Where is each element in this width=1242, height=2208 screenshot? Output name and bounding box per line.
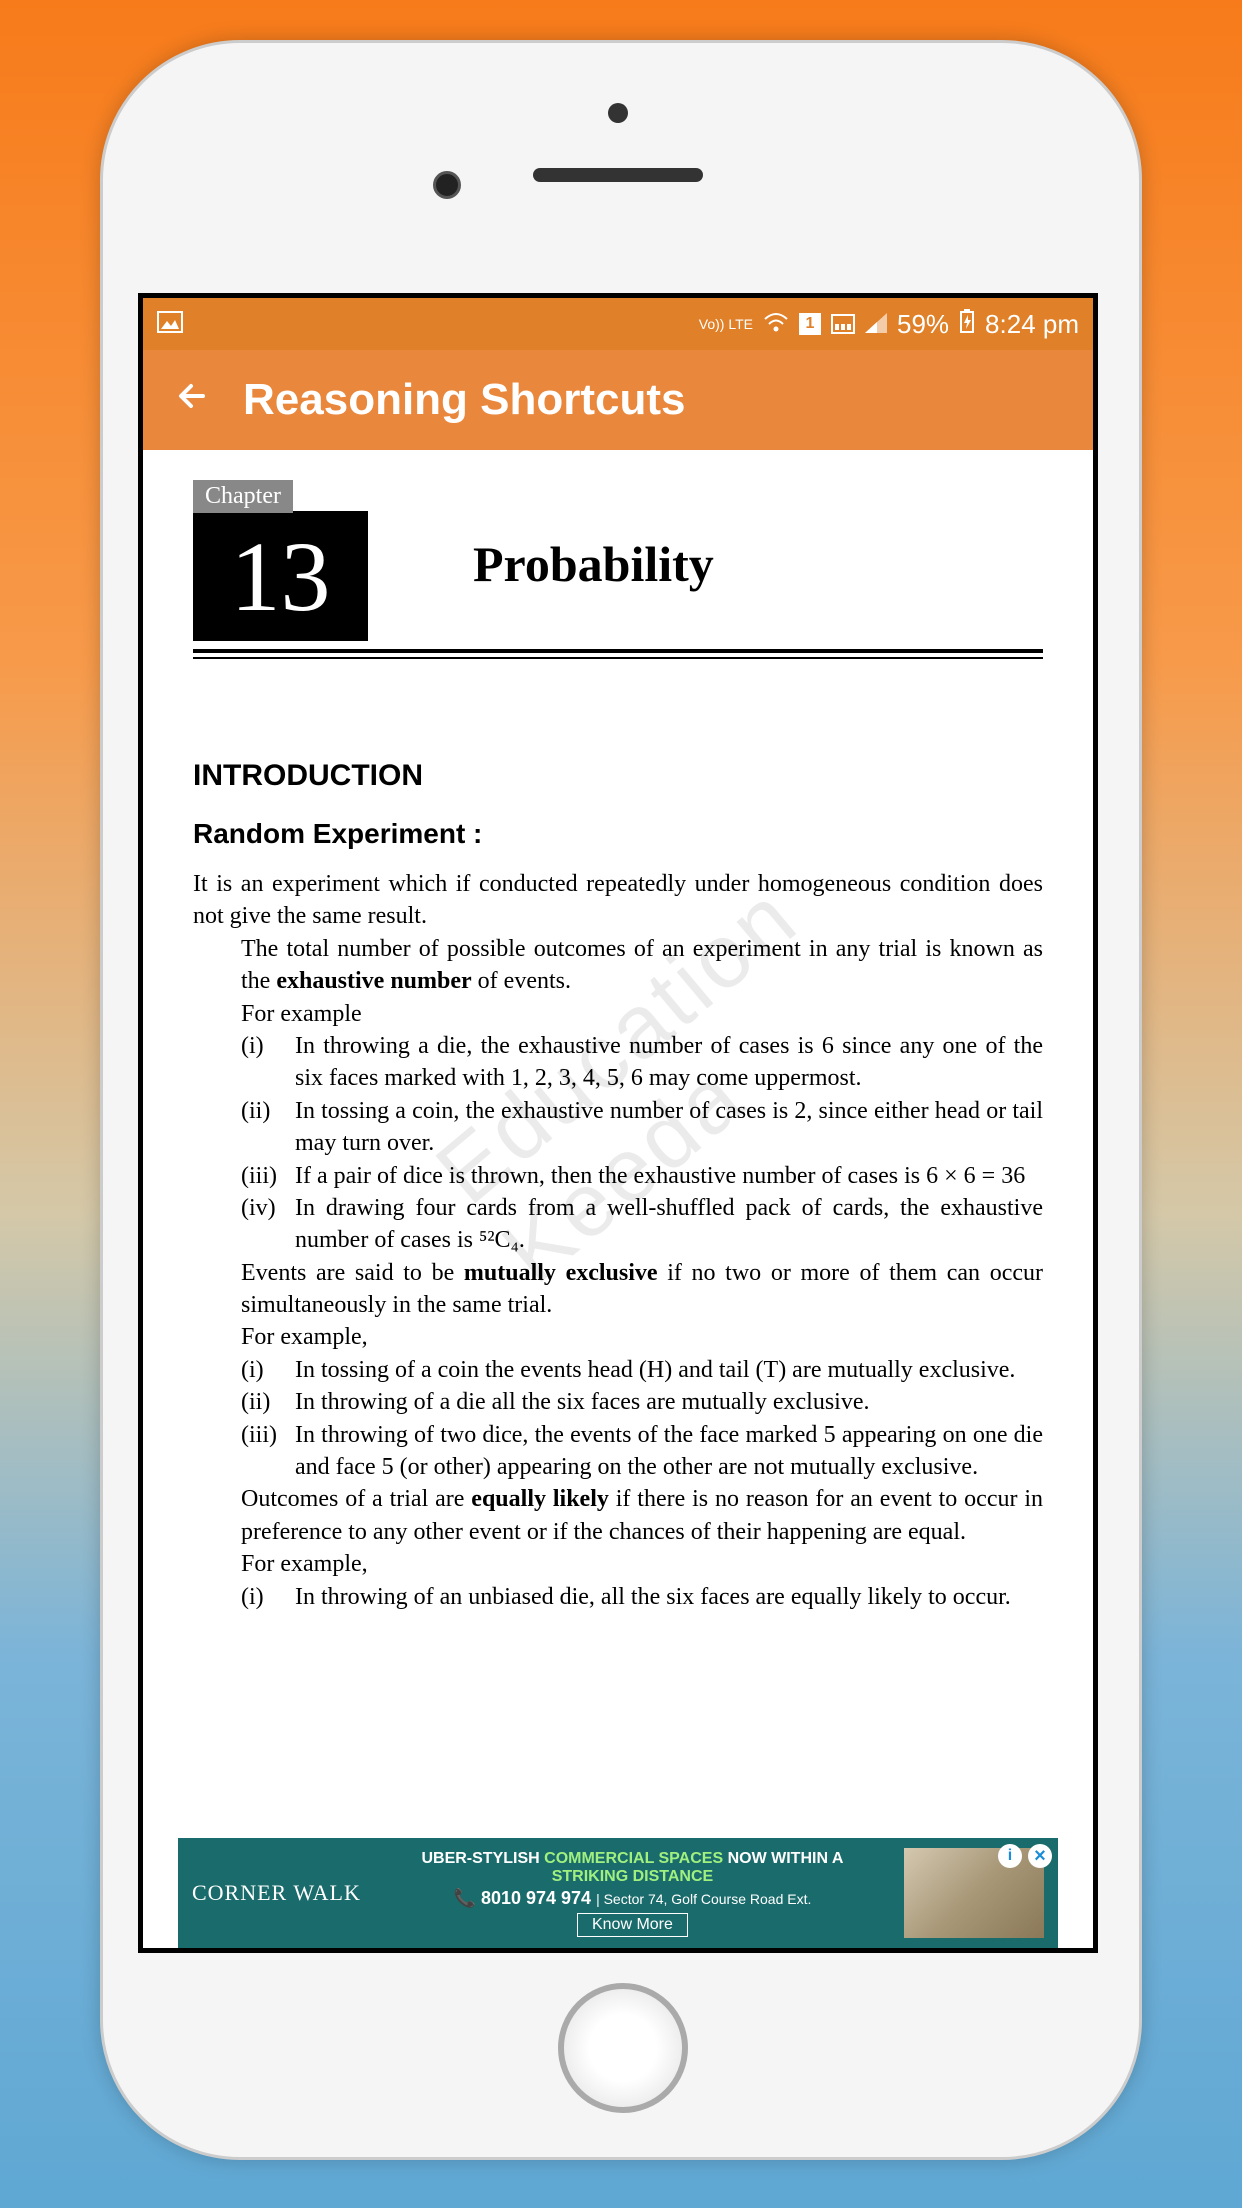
phone-speaker (533, 168, 703, 182)
ad-text: UBER-STYLISH COMMERCIAL SPACES NOW WITHI… (361, 1850, 904, 1937)
label-for-example: For example, (241, 1321, 1043, 1353)
lte-icon: Vo)) LTE (699, 317, 753, 331)
ad-info-icon[interactable]: i (998, 1844, 1022, 1868)
signal-2-icon (865, 309, 887, 340)
list-item: (ii)In throwing of a die all the six fac… (241, 1386, 1043, 1418)
home-button[interactable] (558, 1983, 688, 2113)
paragraph: The total number of possible outcomes of… (241, 933, 1043, 998)
app-bar: Reasoning Shortcuts (143, 350, 1093, 450)
battery-text: 59% (897, 309, 949, 340)
list-item: (iv)In drawing four cards from a well-sh… (241, 1192, 1043, 1257)
list-item: (i)In throwing of an unbiased die, all t… (241, 1581, 1043, 1613)
divider (193, 657, 1043, 659)
app-title: Reasoning Shortcuts (243, 375, 686, 425)
ad-logo: CORNER WALK (192, 1880, 361, 1906)
clock-text: 8:24 pm (985, 309, 1079, 340)
paragraph: Events are said to be mutually exclusive… (241, 1257, 1043, 1322)
status-bar: Vo)) LTE 1 59% 8:24 pm (143, 298, 1093, 350)
chapter-header: Chapter 13 Probability (193, 480, 1043, 659)
list-item: (i)In throwing a die, the exhaustive num… (241, 1030, 1043, 1095)
ad-banner[interactable]: CORNER WALK UBER-STYLISH COMMERCIAL SPAC… (178, 1838, 1058, 1948)
list-item: (iii)In throwing of two dice, the events… (241, 1419, 1043, 1484)
chapter-label: Chapter (193, 480, 293, 513)
sim-icon: 1 (799, 313, 821, 335)
phone-sensor (608, 103, 628, 123)
device-screen: Vo)) LTE 1 59% 8:24 pm Reasoning (138, 293, 1098, 1953)
ad-close-icon[interactable]: × (1028, 1844, 1052, 1868)
list-item: (i)In tossing of a coin the events head … (241, 1354, 1043, 1386)
label-for-example: For example, (241, 1548, 1043, 1580)
back-button[interactable] (173, 373, 213, 428)
label-for-example: For example (241, 998, 1043, 1030)
paragraph: Outcomes of a trial are equally likely i… (241, 1483, 1043, 1548)
signal-1-icon (831, 314, 855, 334)
wifi-icon (763, 309, 789, 340)
chapter-title: Probability (473, 535, 714, 593)
phone-camera (433, 171, 461, 199)
list-item: (ii)In tossing a coin, the exhaustive nu… (241, 1095, 1043, 1160)
sub-heading: Random Experiment : (193, 818, 1043, 850)
divider (193, 649, 1043, 653)
paragraph: It is an experiment which if conducted r… (193, 868, 1043, 933)
section-heading: INTRODUCTION (193, 759, 1043, 793)
phone-frame: Vo)) LTE 1 59% 8:24 pm Reasoning (100, 40, 1142, 2160)
list-item: (iii)If a pair of dice is thrown, then t… (241, 1160, 1043, 1192)
chapter-number: 13 (193, 511, 368, 641)
know-more-button[interactable]: Know More (577, 1913, 688, 1937)
battery-icon (959, 309, 975, 340)
gallery-icon (157, 309, 183, 340)
document-content[interactable]: Education Keeda Chapter 13 Probability I… (143, 450, 1093, 1820)
